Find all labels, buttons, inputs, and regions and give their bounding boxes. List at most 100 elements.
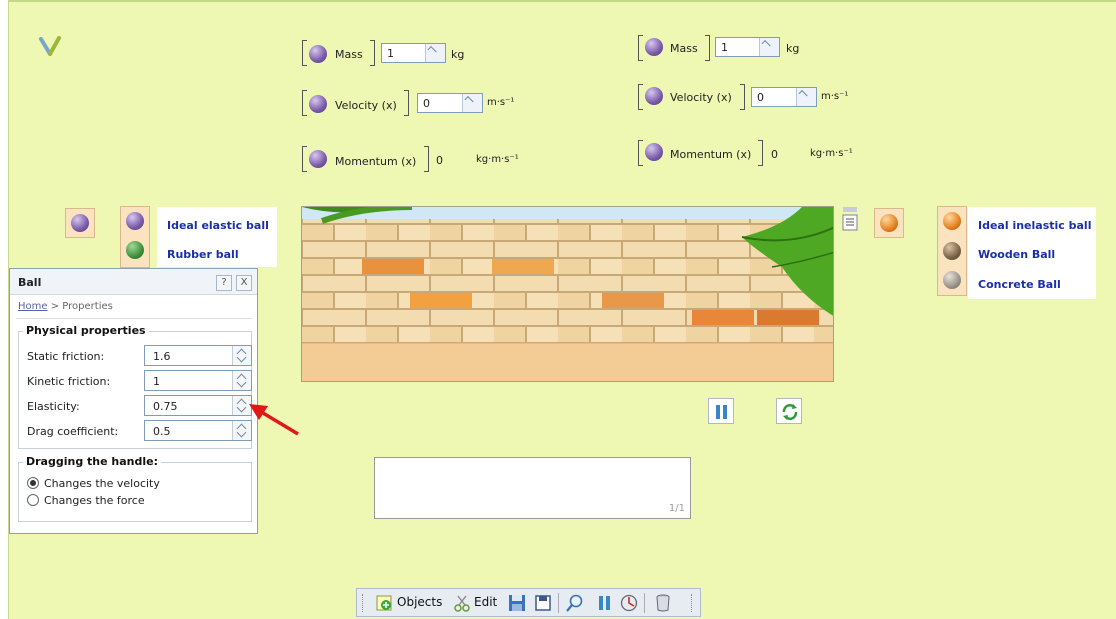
bracket-right (370, 40, 375, 66)
pause-icon[interactable] (595, 593, 615, 613)
elasticity-value: 0.75 (153, 400, 178, 413)
breadcrumb-home[interactable]: Home (18, 301, 48, 312)
radio-changes-velocity[interactable] (27, 477, 39, 489)
spin-arrows-icon[interactable] (232, 371, 251, 390)
list-toggle-icon[interactable] (842, 206, 858, 232)
close-button[interactable]: X (236, 275, 252, 291)
add-object-icon[interactable] (375, 594, 393, 612)
spin-arrows-icon[interactable] (462, 94, 482, 112)
velocity-unit: m·s⁻¹ (821, 91, 849, 102)
toolbar-grip (362, 594, 365, 612)
elasticity-input[interactable]: 0.75 (144, 395, 252, 416)
edit-button[interactable]: Edit (474, 595, 497, 609)
right-ball-name-list: Ideal inelastic ball Wooden Ball Concret… (968, 207, 1096, 299)
drag-coefficient-input[interactable]: 0.5 (144, 420, 252, 441)
breadcrumb-separator: > (50, 301, 60, 312)
bracket-right (740, 84, 745, 110)
pause-button[interactable] (708, 398, 734, 424)
dragging-handle-group: Dragging the handle: Changes the velocit… (18, 455, 252, 522)
momentum-ball-icon (645, 143, 663, 161)
spin-arrows-icon[interactable] (232, 346, 251, 365)
bracket-left (302, 40, 307, 66)
elasticity-label: Elasticity: (27, 400, 80, 413)
save-icon[interactable] (507, 593, 527, 613)
concrete-ball-icon[interactable] (943, 271, 961, 289)
ideal-inelastic-ball-icon[interactable] (943, 212, 961, 230)
right-velocity-input[interactable]: 0 (751, 87, 817, 107)
right-ball-options (937, 206, 967, 296)
drag-coefficient-label: Drag coefficient: (27, 425, 119, 438)
momentum-ball-icon (309, 150, 327, 168)
left-mass-input[interactable]: 1 (381, 43, 446, 63)
pencil-tool-icon[interactable] (38, 34, 62, 58)
bracket-left (302, 146, 307, 172)
toolbar-separator (644, 593, 645, 613)
option-changes-force[interactable]: Changes the force (44, 494, 145, 507)
brick-wall-scene[interactable] (301, 206, 834, 382)
left-ball-selected[interactable] (65, 208, 95, 238)
spin-arrows-icon[interactable] (759, 38, 779, 56)
ball-icon (71, 214, 89, 232)
refresh-icon (782, 404, 798, 420)
settings-icon[interactable] (619, 593, 639, 613)
left-velocity-input[interactable]: 0 (417, 93, 483, 113)
toolbar-grip (691, 594, 694, 612)
save-as-icon[interactable] (533, 593, 553, 613)
mass-unit: kg (786, 42, 800, 55)
right-mass-input[interactable]: 1 (715, 37, 780, 57)
mass-ball-icon (309, 45, 327, 63)
pause-icon (716, 405, 727, 419)
breadcrumb-current: Properties (62, 301, 113, 312)
right-velocity-value: 0 (757, 91, 764, 104)
left-velocity-value: 0 (423, 97, 430, 110)
wooden-ball-icon[interactable] (943, 242, 961, 260)
rubber-ball-icon[interactable] (126, 241, 144, 259)
mass-unit: kg (451, 48, 465, 61)
right-mass-value: 1 (721, 41, 728, 54)
ideal-elastic-ball-icon[interactable] (126, 212, 144, 230)
help-button[interactable]: ? (216, 275, 232, 291)
brick-wall-image (302, 207, 833, 381)
kinetic-friction-label: Kinetic friction: (27, 375, 111, 388)
velocity-ball-icon (309, 95, 327, 113)
spin-arrows-icon[interactable] (796, 88, 816, 106)
toolbar-separator (558, 593, 559, 613)
ball-option-concrete[interactable]: Concrete Ball (978, 278, 1061, 291)
ball-icon (880, 214, 898, 232)
momentum-unit: kg·m·s⁻¹ (810, 148, 853, 159)
mass-ball-icon (645, 38, 663, 56)
momentum-label: Momentum (x) (335, 155, 417, 168)
scissors-icon[interactable] (453, 594, 471, 612)
ball-option-ideal-elastic[interactable]: Ideal elastic ball (167, 219, 269, 232)
bracket-left (638, 84, 643, 110)
zoom-icon[interactable] (565, 593, 585, 613)
breadcrumb: Home > Properties (18, 301, 113, 312)
mass-label: Mass (335, 48, 363, 61)
velocity-label: Velocity (x) (335, 99, 397, 112)
static-friction-input[interactable]: 1.6 (144, 345, 252, 366)
mass-label: Mass (670, 42, 698, 55)
reset-button[interactable] (776, 398, 802, 424)
kinetic-friction-value: 1 (153, 375, 160, 388)
ball-option-rubber[interactable]: Rubber ball (167, 248, 239, 261)
velocity-ball-icon (645, 87, 663, 105)
option-changes-velocity[interactable]: Changes the velocity (44, 477, 160, 490)
bracket-right (758, 140, 763, 166)
kinetic-friction-input[interactable]: 1 (144, 370, 252, 391)
panel-header: Ball ? X (10, 269, 257, 295)
static-friction-value: 1.6 (153, 350, 171, 363)
trash-icon[interactable] (653, 593, 673, 613)
panel-title: Ball (18, 276, 42, 289)
red-arrow-annotation (249, 404, 299, 436)
ball-option-ideal-inelastic[interactable]: Ideal inelastic ball (978, 219, 1091, 232)
spin-arrows-icon[interactable] (425, 44, 445, 62)
right-ball-selected[interactable] (874, 208, 904, 238)
radio-changes-force[interactable] (27, 494, 39, 506)
bracket-left (638, 35, 643, 61)
velocity-label: Velocity (x) (670, 91, 732, 104)
description-textbox[interactable]: 1/1 (374, 457, 691, 519)
group-title: Physical properties (23, 324, 149, 337)
ball-option-wooden[interactable]: Wooden Ball (978, 248, 1055, 261)
momentum-label: Momentum (x) (670, 148, 752, 161)
objects-button[interactable]: Objects (397, 595, 442, 609)
